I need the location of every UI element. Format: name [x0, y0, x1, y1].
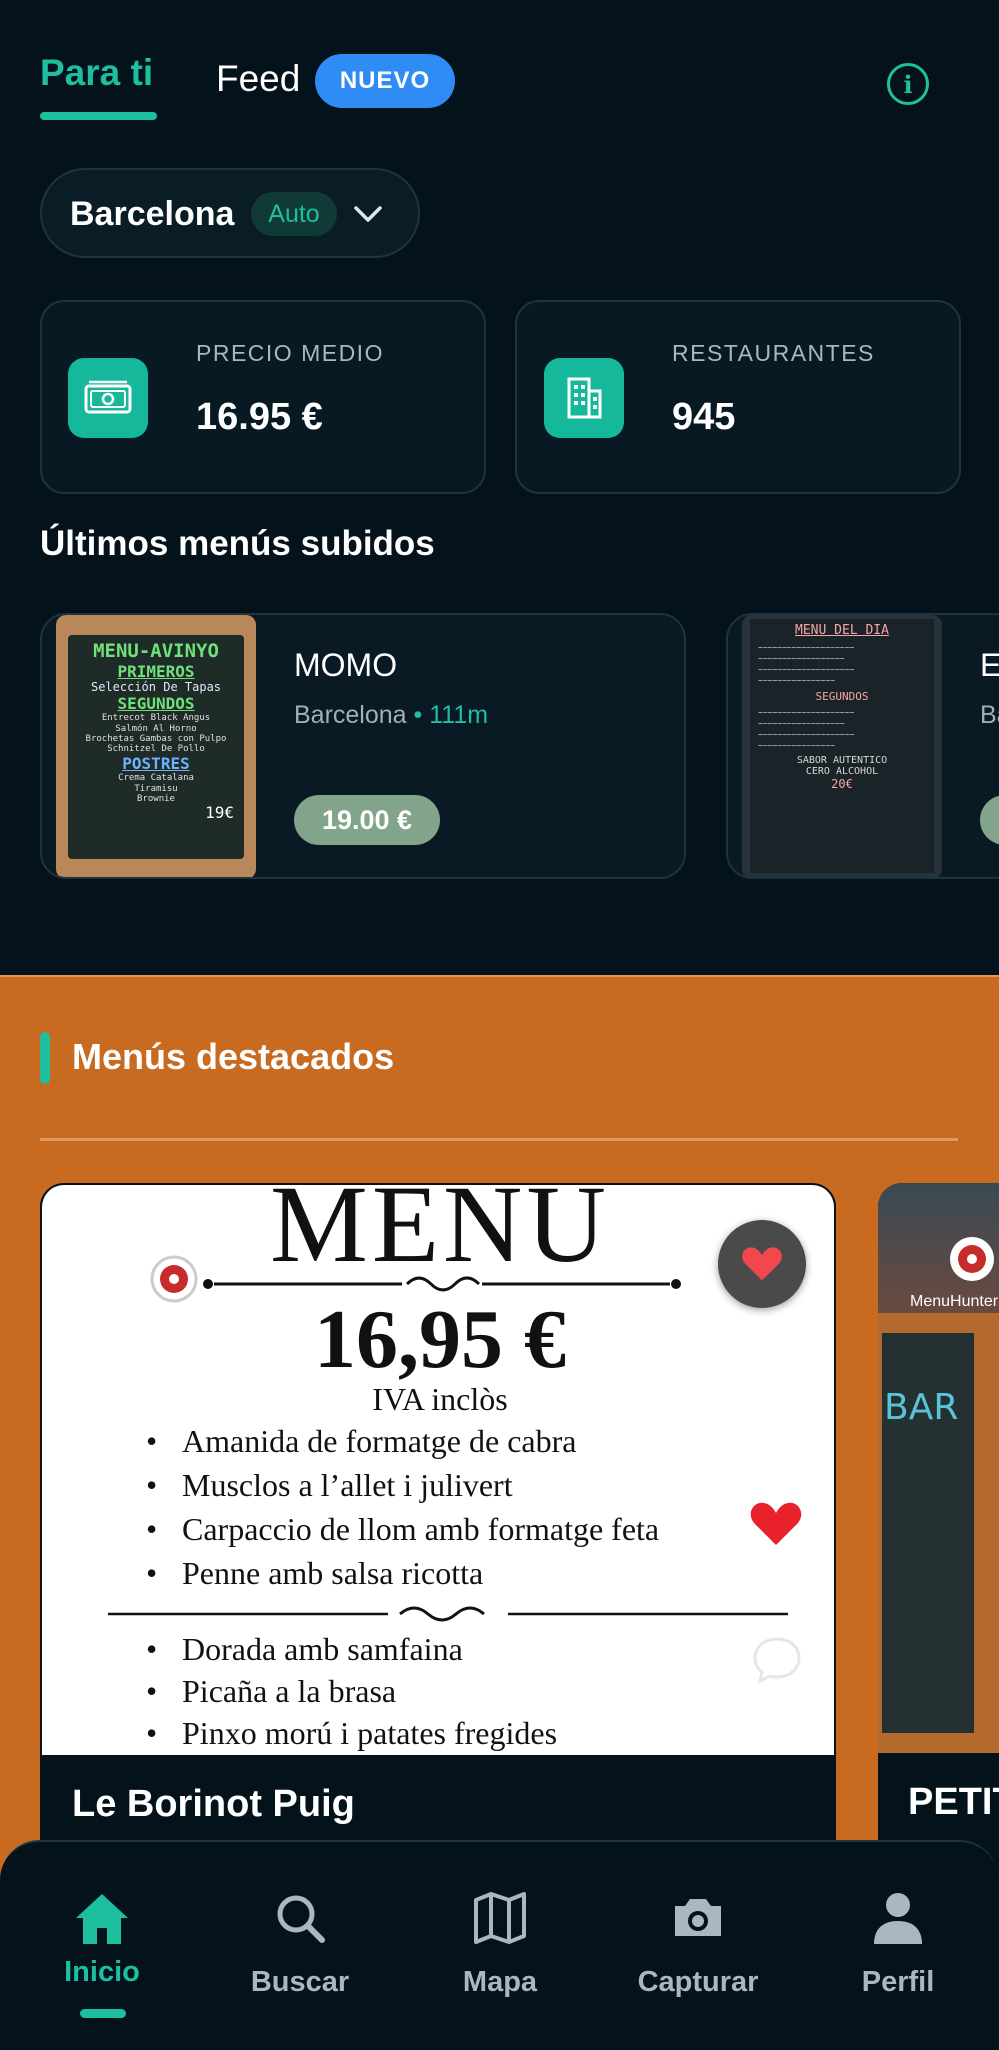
building-icon	[544, 358, 624, 438]
chalk-line: SEGUNDOS	[117, 694, 195, 714]
city-name: Barcelona	[70, 195, 235, 233]
nav-capture[interactable]	[618, 1890, 778, 1951]
chalk-line: MENU-AVINYO	[93, 640, 219, 662]
camera-icon	[675, 1899, 721, 1936]
ornament-divider	[108, 1606, 788, 1622]
watermark-logo-icon	[950, 1237, 994, 1281]
price-badge: 19.00 €	[294, 795, 440, 845]
auto-badge: Auto	[251, 192, 337, 236]
menu-photo: MENU-AVINYO PRIMEROS Selección De Tapas …	[56, 615, 256, 877]
chalk-line: Entrecot Black Angus	[101, 713, 211, 724]
nav-label-capture[interactable]: Capturar	[618, 1966, 778, 1999]
menu-photo: MENU DEL DIA ~~~~~~~~~~~~~~~~~~~~ ~~~~~~~…	[742, 615, 942, 877]
chalk-line: Crema Catalana	[118, 773, 194, 784]
heart-icon	[742, 1247, 782, 1281]
menu-item: Penne amb salsa ricotta	[146, 1555, 483, 1592]
chalk-line: POSTRES	[122, 753, 190, 773]
tab-feed[interactable]: Feed	[216, 58, 300, 100]
recent-menu-card[interactable]: MENU-AVINYO PRIMEROS Selección De Tapas …	[40, 613, 686, 879]
restaurant-location: Barcelona • 111m	[294, 701, 488, 730]
menu-item: Pinxo morú i patates fregides	[146, 1715, 557, 1752]
featured-restaurant-name: PETIT	[908, 1781, 999, 1823]
chalk-line: Selección De Tapas	[90, 680, 222, 695]
chalk-line: CERO ALCOHOL	[805, 766, 879, 777]
chalk-line: SEGUNDOS	[815, 690, 869, 703]
profile-icon	[874, 1893, 922, 1944]
restaurants-label: RESTAURANTES	[672, 340, 875, 366]
average-price-value: 16.95 €	[196, 396, 323, 438]
restaurant-name: E	[980, 647, 999, 684]
section-title-featured: Menús destacados	[72, 1036, 395, 1077]
average-price-label: PRECIO MEDIO	[196, 340, 384, 366]
new-badge: NUEVO	[315, 54, 455, 108]
map-icon	[474, 1892, 526, 1944]
featured-menu-card[interactable]: MENU 16,95 € IVA inclòs Amanida de forma…	[40, 1183, 836, 1903]
nav-label-home[interactable]: Inicio	[22, 1956, 182, 1989]
home-icon	[76, 1894, 128, 1944]
active-tab-indicator	[40, 112, 157, 120]
restaurant-city: Barcelona	[294, 701, 407, 729]
menu-photo: BAR	[878, 1313, 999, 1753]
recent-menu-card[interactable]: MENU DEL DIA ~~~~~~~~~~~~~~~~~~~~ ~~~~~~~…	[726, 613, 999, 879]
price-badge	[980, 795, 999, 845]
restaurant-city: Ba	[980, 701, 999, 729]
section-title-recent: Últimos menús subidos	[40, 524, 435, 563]
menu-item: Amanida de formatge de cabra	[146, 1423, 577, 1460]
menu-iva: IVA inclòs	[372, 1381, 508, 1417]
info-icon[interactable]: i	[887, 63, 929, 105]
nav-profile[interactable]	[818, 1890, 978, 1951]
heart-icon	[750, 1502, 802, 1545]
chalk-line: BAR	[884, 1387, 959, 1428]
featured-restaurant-name: Le Borinot Puig	[72, 1783, 355, 1825]
chalk-line: Tiramisu	[134, 783, 178, 794]
watermark-text: MenuHunter	[910, 1293, 999, 1310]
money-icon	[68, 358, 148, 438]
menu-item: Picaña a la brasa	[146, 1673, 396, 1710]
menu-item: Musclos a l’allet i julivert	[146, 1467, 513, 1504]
search-icon	[277, 1895, 325, 1943]
chalk-line: Salmón Al Horno	[115, 723, 197, 734]
menu-photo: MENU 16,95 € IVA inclòs Amanida de forma…	[42, 1185, 834, 1755]
nav-label-search[interactable]: Buscar	[220, 1966, 380, 1999]
chalk-line: MENU DEL DIA	[795, 623, 889, 638]
featured-menu-card[interactable]: BAR MenuHunter PETIT	[878, 1183, 999, 1903]
nav-label-profile[interactable]: Perfil	[818, 1966, 978, 1999]
favorite-button[interactable]	[718, 1220, 806, 1308]
chalk-line: Brochetas Gambas con Pulpo	[85, 734, 227, 745]
chalk-line: 19€	[205, 803, 234, 823]
divider	[40, 1138, 958, 1141]
comment-icon	[753, 1637, 801, 1684]
chalk-line: PRIMEROS	[117, 661, 195, 681]
watermark-logo-icon	[150, 1255, 198, 1303]
accent-bar	[40, 1032, 50, 1084]
restaurants-value: 945	[672, 396, 736, 438]
tab-para-ti[interactable]: Para ti	[40, 52, 153, 94]
chevron-down-icon[interactable]	[350, 196, 386, 232]
chalk-line: SABOR AUTENTICO	[796, 755, 888, 766]
nav-home[interactable]	[22, 1890, 182, 1951]
menu-item: Carpaccio de llom amb formatge feta	[146, 1511, 659, 1548]
chalk-line: 20€	[831, 777, 853, 791]
nav-label-map[interactable]: Mapa	[420, 1966, 580, 1999]
restaurant-name: MOMO	[294, 647, 398, 683]
restaurant-distance: • 111m	[413, 701, 489, 729]
nav-search[interactable]	[220, 1890, 380, 1951]
nav-map[interactable]	[420, 1890, 580, 1951]
nav-active-indicator	[80, 2009, 126, 2018]
menu-item: Dorada amb samfaina	[146, 1631, 463, 1668]
